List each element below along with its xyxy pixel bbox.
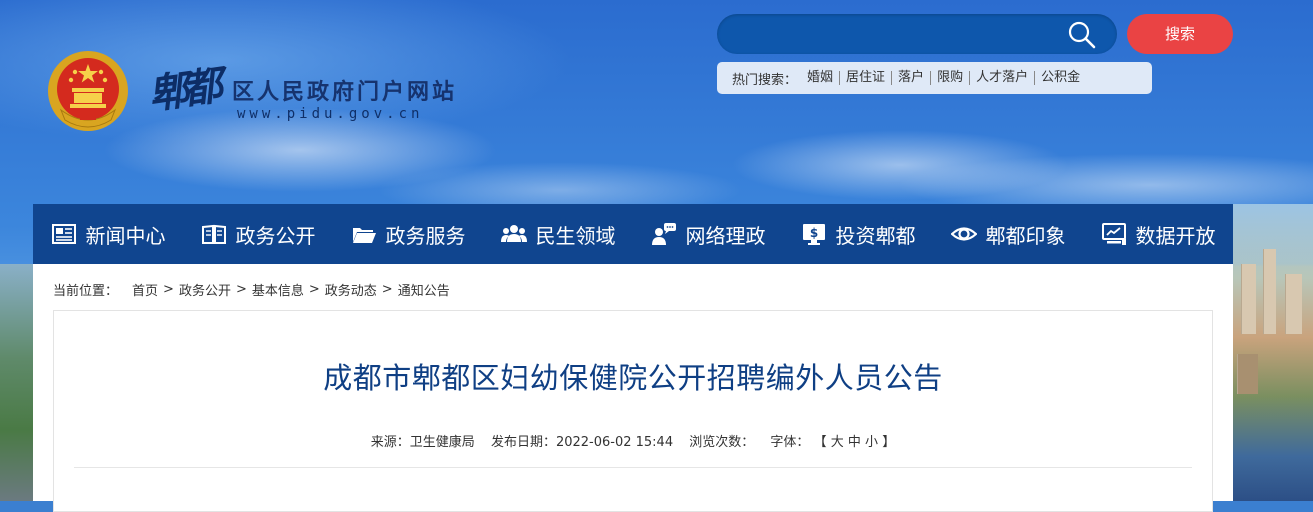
nav-label: 新闻中心 — [85, 223, 166, 248]
breadcrumb-link-gov-news[interactable]: 政务动态 — [325, 280, 377, 299]
breadcrumb: 当前位置： 首页 > 政务公开 > 基本信息 > 政务动态 > 通知公告 — [53, 280, 450, 299]
breadcrumb-separator: > — [163, 282, 174, 297]
article-source: 来源：卫生健康局 — [370, 435, 475, 450]
site-url: www.pidu.gov.cn — [237, 106, 424, 122]
folder-icon — [352, 228, 376, 243]
breadcrumb-separator: > — [235, 282, 247, 297]
svg-text:$: $ — [809, 226, 817, 240]
meta-divider — [74, 467, 1192, 468]
breadcrumb-link-basic-info[interactable]: 基本信息 — [252, 280, 304, 299]
national-emblem-icon — [48, 51, 128, 131]
hot-search-item[interactable]: 落户 — [891, 71, 930, 85]
font-size-small-button[interactable]: 小 — [865, 435, 878, 450]
hot-search-item[interactable]: 居住证 — [839, 71, 891, 85]
nav-item-impression[interactable]: 郫都印象 — [933, 204, 1083, 264]
font-size-medium-button[interactable]: 中 — [848, 435, 861, 450]
breadcrumb-prefix: 当前位置： — [53, 284, 119, 299]
nav-item-gov-affairs-open[interactable]: 政务公开 — [183, 204, 333, 264]
nav-item-news[interactable]: 新闻中心 — [33, 204, 183, 264]
hot-search-item[interactable]: 公积金 — [1034, 71, 1086, 85]
nav-item-online-governance[interactable]: 网络理政 — [633, 204, 783, 264]
nav-label: 网络理政 — [685, 223, 766, 248]
nav-item-open-data[interactable]: 数据开放 — [1083, 204, 1233, 264]
article-title: 成都市郫都区妇幼保健院公开招聘编外人员公告 — [323, 361, 943, 395]
dollar-screen-icon: $ — [802, 224, 825, 245]
city-photo-right — [1233, 204, 1313, 501]
search-input[interactable] — [735, 22, 1059, 48]
nav-label: 郫都印象 — [985, 223, 1066, 248]
breadcrumb-link-gov-affairs-open[interactable]: 政务公开 — [179, 280, 231, 299]
site-name: 区人民政府门户网站 — [232, 79, 458, 105]
article-container: 成都市郫都区妇幼保健院公开招聘编外人员公告 来源：卫生健康局 发布日期：2022… — [53, 310, 1213, 512]
breadcrumb-link-notices[interactable]: 通知公告 — [398, 280, 450, 299]
nav-item-invest[interactable]: $ 投资郫都 — [783, 204, 933, 264]
people-group-icon — [500, 225, 527, 242]
hot-search-item[interactable]: 限购 — [930, 71, 969, 85]
search-button[interactable]: 搜索 — [1127, 14, 1233, 54]
hot-search-item[interactable]: 婚姻 — [807, 71, 839, 85]
logo-script-text: 郫都 — [145, 62, 220, 119]
content-panel: 当前位置： 首页 > 政务公开 > 基本信息 > 政务动态 > 通知公告 成都市… — [33, 264, 1233, 512]
search-icon[interactable] — [1067, 20, 1097, 50]
newspaper-icon — [51, 224, 76, 244]
nav-label: 政务公开 — [235, 223, 316, 248]
article-views: 浏览次数： — [689, 435, 755, 450]
font-size-label: 字体： — [770, 435, 810, 450]
nav-label: 政务服务 — [385, 223, 466, 248]
monitor-chart-icon — [1101, 223, 1126, 245]
user-chat-icon — [651, 223, 676, 245]
nav-label: 数据开放 — [1135, 223, 1216, 248]
nav-label: 投资郫都 — [835, 223, 916, 248]
nav-item-livelihood[interactable]: 民生领域 — [483, 204, 633, 264]
search-box — [717, 14, 1117, 54]
nav-item-gov-services[interactable]: 政务服务 — [333, 204, 483, 264]
font-size-bracket-open: 【 — [813, 435, 827, 450]
hot-search-bar: 热门搜索： 婚姻 居住证 落户 限购 人才落户 公积金 — [717, 62, 1152, 94]
font-size-bracket-close: 】 — [882, 435, 896, 450]
font-size-switcher: 字体： 【 大 中 小 】 — [770, 435, 895, 450]
breadcrumb-link-home[interactable]: 首页 — [132, 280, 158, 299]
article-meta: 来源：卫生健康局 发布日期：2022-06-02 15:44 浏览次数： 字体：… — [54, 431, 1212, 450]
main-nav: 新闻中心 政务公开 政务服务 民生领域 网络理政 $ 投资郫都 郫都印象 数据开… — [33, 204, 1233, 264]
font-size-large-button[interactable]: 大 — [831, 435, 844, 450]
breadcrumb-separator: > — [381, 282, 393, 297]
open-book-icon — [201, 224, 226, 244]
breadcrumb-separator: > — [308, 282, 320, 297]
eye-icon — [950, 227, 977, 241]
hot-search-label: 热门搜索： — [732, 72, 798, 88]
hot-search-item[interactable]: 人才落户 — [969, 71, 1034, 85]
article-date: 发布日期：2022-06-02 15:44 — [490, 435, 674, 450]
city-photo-left — [0, 264, 33, 501]
nav-label: 民生领域 — [535, 223, 616, 248]
